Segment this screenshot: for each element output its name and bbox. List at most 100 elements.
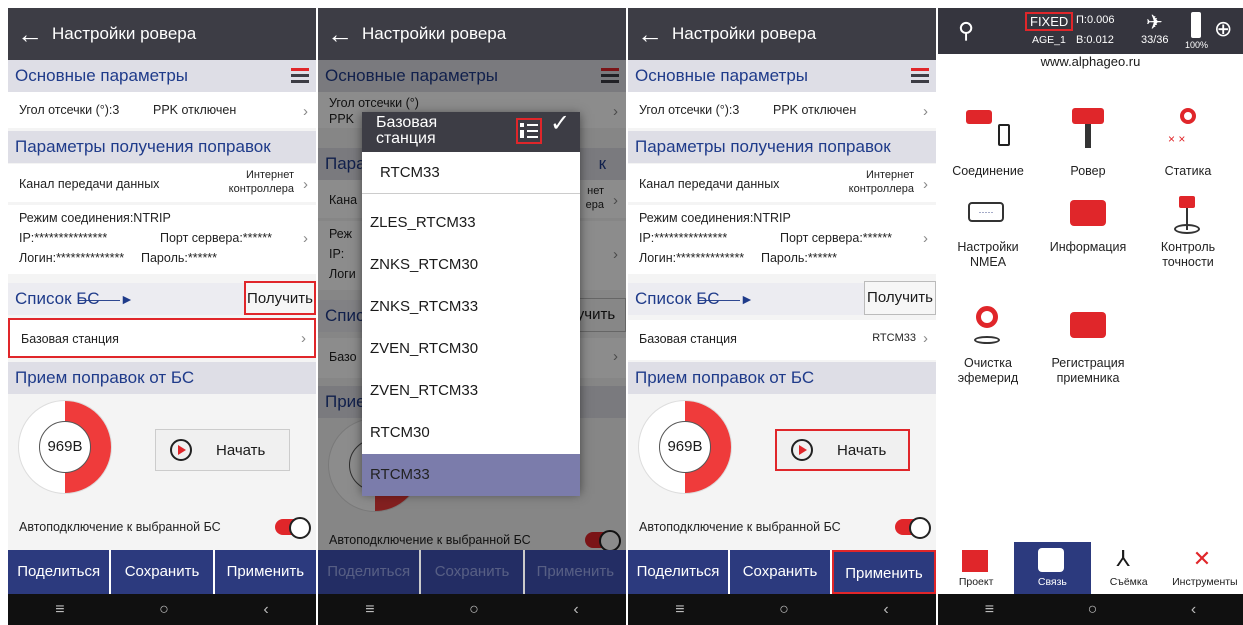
bottom-buttons: Поделиться Сохранить Применить [8,550,316,594]
sat-count: 33/36 [1141,34,1169,46]
login-label: Логин:************** [639,251,745,265]
selected-station[interactable]: RTCM33 [362,152,580,194]
system-nav-bar: ≡ ○ ‹ [938,594,1243,625]
apply-button[interactable]: Применить [832,550,936,594]
app-bar: ← Настройки ровера [8,8,316,60]
list-item[interactable]: ZVEN_RTCM30 [362,328,580,370]
menu-icon[interactable]: ≡ [365,601,374,619]
list-menu-icon[interactable] [911,68,929,84]
save-button[interactable]: Сохранить [111,550,213,594]
list-item[interactable]: ZNKS_RTCM30 [362,244,580,286]
arrow-right-icon: ———► [78,291,134,307]
start-button[interactable]: Начать [775,429,910,471]
confirm-check-icon[interactable]: ✓ [550,112,570,136]
menu-accuracy-control[interactable]: Контроль точности [1138,194,1238,270]
tab-survey[interactable]: ⅄ Съёмка [1091,542,1167,594]
back-arrow-icon[interactable]: ← [8,8,52,60]
back-icon[interactable]: ‹ [263,601,268,619]
tab-tools[interactable]: ✕ Инструменты [1167,542,1243,594]
b-value: В:0.012 [1076,34,1114,46]
main-params-title: Основные параметры [15,66,188,85]
list-menu-icon[interactable] [291,68,309,84]
start-label: Начать [837,441,887,459]
menu-icon[interactable]: ≡ [55,601,64,619]
nmea-port-icon: ····· [938,194,1038,236]
home-icon[interactable]: ○ [1088,601,1098,619]
apply-button[interactable]: Применить [214,550,316,594]
gnss-status-bar: ⚲ FIXED AGE_1 П:0.006 В:0.012 ✈ 33/36 10… [938,8,1243,54]
list-item[interactable]: RTCM30 [362,412,580,454]
share-button[interactable]: Поделиться [628,550,728,594]
menu-information[interactable]: Информация [1038,194,1138,254]
home-icon[interactable]: ○ [159,601,169,619]
auto-connect-toggle[interactable] [275,517,311,539]
menu-nmea-settings[interactable]: ····· Настройки NMEA [938,194,1038,270]
back-icon[interactable]: ‹ [1191,601,1196,619]
chevron-right-icon: › [301,330,306,347]
system-nav-bar: ≡ ○ ‹ [318,594,626,625]
get-button[interactable]: Получить [244,281,316,315]
back-arrow-icon[interactable]: ← [628,8,672,60]
main-params-title: Основные параметры [635,66,808,85]
menu-static[interactable]: × × Статика [1138,104,1238,178]
channel-row[interactable]: Канал передачи данных Интернет контроллер… [8,164,316,202]
ntrip-row[interactable]: Режим соединения:NTRIP IP:**************… [8,205,316,274]
list-item[interactable]: ZVEN_RTCM33 [362,370,580,412]
menu-rover[interactable]: Ровер [1038,104,1138,178]
dialog-title: Базовая станция [376,114,438,147]
ntrip-row[interactable]: Режим соединения:NTRIP IP:**************… [628,205,936,274]
app-bar: ← Настройки ровера [318,8,626,60]
channel-value: Интернет контроллера [848,169,914,195]
auto-connect-row: Автоподключение к выбранной БС [628,510,936,544]
receive-header: Прием поправок от БС [8,362,316,394]
back-icon[interactable]: ‹ [883,601,888,619]
chevron-right-icon: › [303,176,308,193]
chevron-right-icon: › [303,230,308,247]
password-label: Пароль:****** [761,251,838,265]
get-button[interactable]: Получить [864,281,936,315]
corr-params-header: Параметры получения поправок [8,131,316,163]
tab-project[interactable]: Проект [938,542,1014,594]
save-button[interactable]: Сохранить [730,550,830,594]
chevron-right-icon: › [923,230,928,247]
channel-row[interactable]: Канал передачи данных Интернет контроллер… [628,164,936,202]
base-station-value: RTCM33 [872,332,916,344]
auto-connect-toggle[interactable] [895,517,931,539]
channel-label: Канал передачи данных [19,177,160,191]
share-button[interactable]: Поделиться [8,550,110,594]
base-station-row[interactable]: Базовая станция RTCM33 › [628,320,936,360]
menu-icon[interactable]: ≡ [985,601,994,619]
back-arrow-icon[interactable]: ← [318,8,362,60]
list-item[interactable]: ZLES_RTCM33 [362,202,580,244]
main-params-header: Основные параметры [628,60,936,92]
password-label: Пароль:****** [141,251,218,265]
menu-clear-ephemeris[interactable]: Очистка эфемерид [938,304,1038,386]
tab-link[interactable]: Связь [1014,542,1091,594]
mode-label: Режим соединения:NTRIP [639,211,791,225]
voltage-gauge: 969B [18,400,112,494]
screenshot-collage: ← Настройки ровера Основные параметры Уг… [0,0,1243,625]
sort-icon[interactable] [516,118,542,144]
receiver-tab-icon [1038,548,1065,572]
list-item[interactable]: ZNKS_RTCM33 [362,286,580,328]
mode-label: Режим соединения:NTRIP [19,211,171,225]
auto-connect-row: Автоподключение к выбранной БС [8,510,316,544]
add-icon[interactable]: ⊕ [1214,16,1232,42]
menu-receiver-registration[interactable]: Регистрация приемника [1038,304,1138,386]
home-icon[interactable]: ○ [469,601,479,619]
base-station-row[interactable]: Базовая станция › [8,318,316,358]
start-button[interactable]: Начать [155,429,290,471]
back-icon[interactable]: ‹ [573,601,578,619]
dialog-header: Базовая станция ✓ [362,112,580,152]
menu-icon[interactable]: ≡ [675,601,684,619]
list-item-highlighted[interactable]: RTCM33 [362,454,580,496]
app-bar: ← Настройки ровера [628,8,936,60]
main-params-header: Основные параметры [8,60,316,92]
cutoff-row[interactable]: Угол отсечки (°):3 PPK отключен › [8,92,316,128]
main-menu-panel: ⚲ FIXED AGE_1 П:0.006 В:0.012 ✈ 33/36 10… [938,8,1243,625]
auto-connect-label: Автоподключение к выбранной БС [639,520,841,534]
compass-icon: ⅄ [1116,546,1130,571]
menu-connection[interactable]: Соединение [938,104,1038,178]
home-icon[interactable]: ○ [779,601,789,619]
cutoff-row[interactable]: Угол отсечки (°):3 PPK отключен › [628,92,936,128]
